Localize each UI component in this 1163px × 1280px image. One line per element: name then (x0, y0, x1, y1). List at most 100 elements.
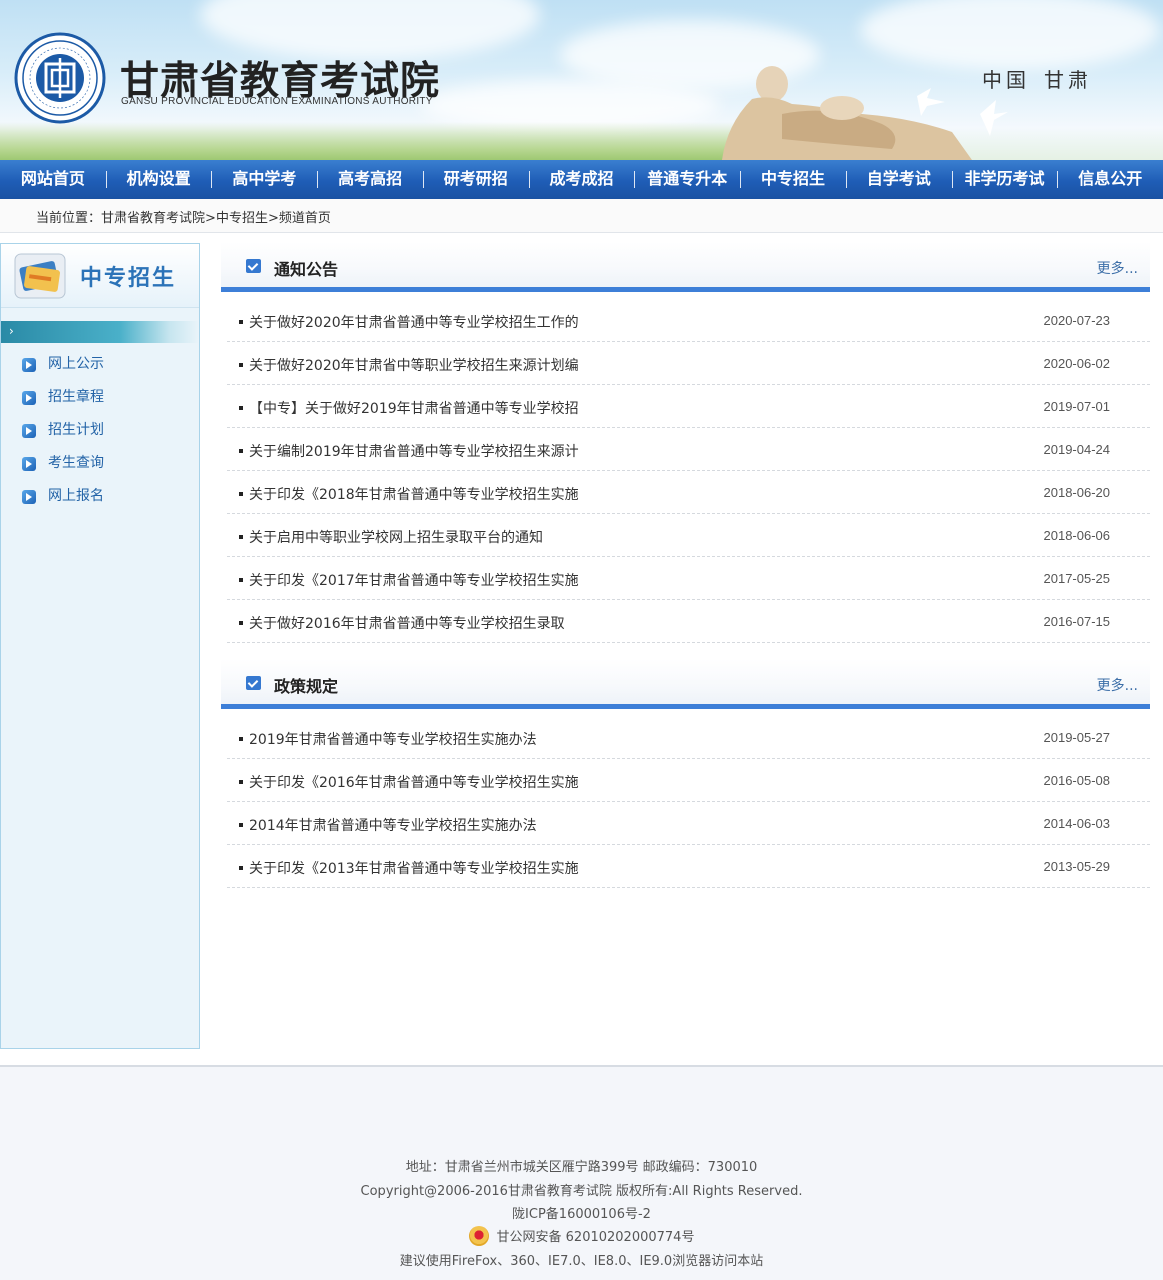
footer-browser-tip: 建议使用FireFox、360、IE7.0、IE8.0、IE9.0浏览器访问本站 (399, 1254, 764, 1269)
policy-date: 2014-06-03 (1043, 816, 1111, 831)
policy-link[interactable]: 2019年甘肃省普通中等专业学校招生实施办法 (249, 729, 537, 749)
sidebar-item-label: 网上报名 (48, 488, 104, 504)
bullet-icon (239, 780, 243, 784)
list-item: 关于印发《2013年甘肃省普通中等专业学校招生实施 2013-05-29 (227, 845, 1150, 888)
notice-link[interactable]: 关于启用中等职业学校网上招生录取平台的通知 (249, 527, 543, 547)
notices-panel: 通知公告 更多... 关于做好2020年甘肃省普通中等专业学校招生工作的 2020… (221, 242, 1150, 643)
notice-date: 2018-06-20 (1043, 485, 1111, 500)
policy-date: 2013-05-29 (1043, 859, 1111, 874)
notice-link[interactable]: 关于印发《2017年甘肃省普通中等专业学校招生实施 (249, 570, 579, 590)
list-item: 【中专】关于做好2019年甘肃省普通中等专业学校招 2019-07-01 (227, 385, 1150, 428)
list-item: 关于做好2020年甘肃省普通中等专业学校招生工作的 2020-07-23 (227, 299, 1150, 342)
nav-college-entrance[interactable]: 高考高招 (317, 160, 423, 199)
main-nav: 网站首页 机构设置 高中学考 高考高招 研考研招 成考成招 普通专升本 中专招生… (0, 160, 1163, 199)
policy-link[interactable]: 关于印发《2016年甘肃省普通中等专业学校招生实施 (249, 772, 579, 792)
arrow-bullet-icon (22, 391, 36, 405)
bullet-icon (239, 492, 243, 496)
bullet-icon (239, 578, 243, 582)
breadcrumb-home-link[interactable]: 甘肃省教育考试院 (101, 211, 205, 226)
site-header: 甘肃省教育考试院 GANSU PROVINCIAL EDUCATION EXAM… (0, 0, 1163, 160)
icp-link[interactable]: 陇ICP备16000106号-2 (512, 1207, 651, 1222)
breadcrumb-bar: 当前位置：甘肃省教育考试院>中专招生>频道首页 (0, 199, 1163, 233)
footer-police: 甘公网安备 62010202000774号 (0, 1226, 1163, 1246)
notice-link[interactable]: 关于做好2020年甘肃省中等职业学校招生来源计划编 (249, 355, 579, 375)
nav-organization[interactable]: 机构设置 (105, 160, 212, 199)
nav-secondary-vocational[interactable]: 中专招生 (740, 160, 846, 199)
breadcrumb-prefix: 当前位置： (36, 211, 102, 226)
sidebar-item-label: 招生计划 (48, 422, 104, 438)
breadcrumb-current: 频道首页 (278, 211, 331, 226)
footer-icp: 陇ICP备16000106号-2 (0, 1203, 1163, 1222)
mother-river-statue-image (722, 66, 1008, 160)
sidebar-divider-bar: › (1, 321, 199, 343)
notices-panel-header: 通知公告 更多... (221, 242, 1150, 292)
breadcrumb-channel-link[interactable]: 中专招生 (216, 211, 268, 226)
notices-title: 通知公告 (274, 260, 339, 279)
footer-copyright: Copyright@2006-2016甘肃省教育考试院 版权所有:All Rig… (360, 1184, 803, 1199)
nav-adult-exam[interactable]: 成考成招 (528, 160, 635, 199)
logo-emblem-icon[interactable] (14, 32, 106, 124)
nav-non-degree-exam[interactable]: 非学历考试 (951, 160, 1058, 199)
nav-home[interactable]: 网站首页 (0, 160, 106, 199)
notices-more-link[interactable]: 更多... (1097, 258, 1138, 278)
arrow-bullet-icon (22, 424, 36, 438)
policies-list: 2019年甘肃省普通中等专业学校招生实施办法 2019-05-27 关于印发《20… (221, 716, 1150, 888)
list-item: 关于编制2019年甘肃省普通中等专业学校招生来源计 2019-04-24 (227, 428, 1150, 471)
notice-link[interactable]: 关于编制2019年甘肃省普通中等专业学校招生来源计 (249, 441, 579, 461)
left-sidebar: 中专招生 › 网上公示 招生章程 招生计划 考生查询 网上报名 (0, 243, 200, 1049)
sidebar-item-online-registration[interactable]: 网上报名 (1, 480, 199, 513)
tagline-gansu: 甘肃 (1044, 68, 1092, 92)
nav-upgrade-bachelor[interactable]: 普通专升本 (634, 160, 740, 199)
grass-decoration (0, 122, 760, 160)
checkbox-icon (246, 259, 261, 273)
checkbox-icon (246, 676, 261, 690)
bullet-icon (239, 621, 243, 625)
bullet-icon (239, 535, 243, 539)
sidebar-item-admission-plan[interactable]: 招生计划 (1, 414, 199, 447)
sidebar-item-label: 网上公示 (48, 356, 104, 372)
policies-panel: 政策规定 更多... 2019年甘肃省普通中等专业学校招生实施办法 2019-05… (221, 659, 1150, 888)
policies-panel-header: 政策规定 更多... (221, 659, 1150, 709)
police-record-link[interactable]: 甘公网安备 62010202000774号 (497, 1230, 695, 1245)
bullet-icon (239, 823, 243, 827)
policies-title: 政策规定 (274, 677, 339, 696)
breadcrumb-separator: > (205, 211, 216, 226)
nav-info-disclosure[interactable]: 信息公开 (1057, 160, 1163, 199)
notice-date: 2019-04-24 (1043, 442, 1111, 457)
list-item: 关于印发《2016年甘肃省普通中等专业学校招生实施 2016-05-08 (227, 759, 1150, 802)
list-item: 2019年甘肃省普通中等专业学校招生实施办法 2019-05-27 (227, 716, 1150, 759)
sidebar-item-candidate-query[interactable]: 考生查询 (1, 447, 199, 480)
policy-link[interactable]: 2014年甘肃省普通中等专业学校招生实施办法 (249, 815, 537, 835)
nav-self-study-exam[interactable]: 自学考试 (845, 160, 952, 199)
footer-address: 地址：甘肃省兰州市城关区雁宁路399号 邮政编码：730010 (405, 1160, 758, 1175)
notice-link[interactable]: 【中专】关于做好2019年甘肃省普通中等专业学校招 (249, 398, 579, 418)
site-footer: 地址：甘肃省兰州市城关区雁宁路399号 邮政编码：730010 Copyrigh… (0, 1065, 1163, 1280)
notice-link[interactable]: 关于印发《2018年甘肃省普通中等专业学校招生实施 (249, 484, 579, 504)
sidebar-item-online-publicity[interactable]: 网上公示 (1, 348, 199, 381)
nav-graduate-exam[interactable]: 研考研招 (422, 160, 529, 199)
bullet-icon (239, 363, 243, 367)
sidebar-title: 中专招生 (80, 266, 177, 291)
nav-high-school-exam[interactable]: 高中学考 (211, 160, 317, 199)
notice-date: 2019-07-01 (1043, 399, 1111, 414)
notice-date: 2018-06-06 (1043, 528, 1111, 543)
sidebar-menu: 网上公示 招生章程 招生计划 考生查询 网上报名 (1, 348, 199, 513)
notice-date: 2020-07-23 (1043, 313, 1111, 328)
policy-date: 2016-05-08 (1043, 773, 1111, 788)
tagline: 中国 甘肃 (982, 64, 1092, 93)
breadcrumb-separator: > (267, 211, 279, 226)
sidebar-item-admission-rules[interactable]: 招生章程 (1, 381, 199, 414)
list-item: 关于印发《2018年甘肃省普通中等专业学校招生实施 2018-06-20 (227, 471, 1150, 514)
notice-link[interactable]: 关于做好2016年甘肃省普通中等专业学校招生录取 (249, 613, 565, 633)
notice-link[interactable]: 关于做好2020年甘肃省普通中等专业学校招生工作的 (249, 312, 579, 332)
notice-date: 2017-05-25 (1043, 571, 1111, 586)
bullet-icon (239, 866, 243, 870)
policies-more-link[interactable]: 更多... (1097, 675, 1138, 695)
notices-list: 关于做好2020年甘肃省普通中等专业学校招生工作的 2020-07-23 关于做好… (221, 299, 1150, 643)
sidebar-item-label: 招生章程 (48, 389, 104, 405)
police-badge-icon (468, 1226, 489, 1246)
bullet-icon (239, 320, 243, 324)
policy-link[interactable]: 关于印发《2013年甘肃省普通中等专业学校招生实施 (249, 858, 579, 878)
bullet-icon (239, 406, 243, 410)
chevron-right-icon: › (9, 324, 14, 338)
